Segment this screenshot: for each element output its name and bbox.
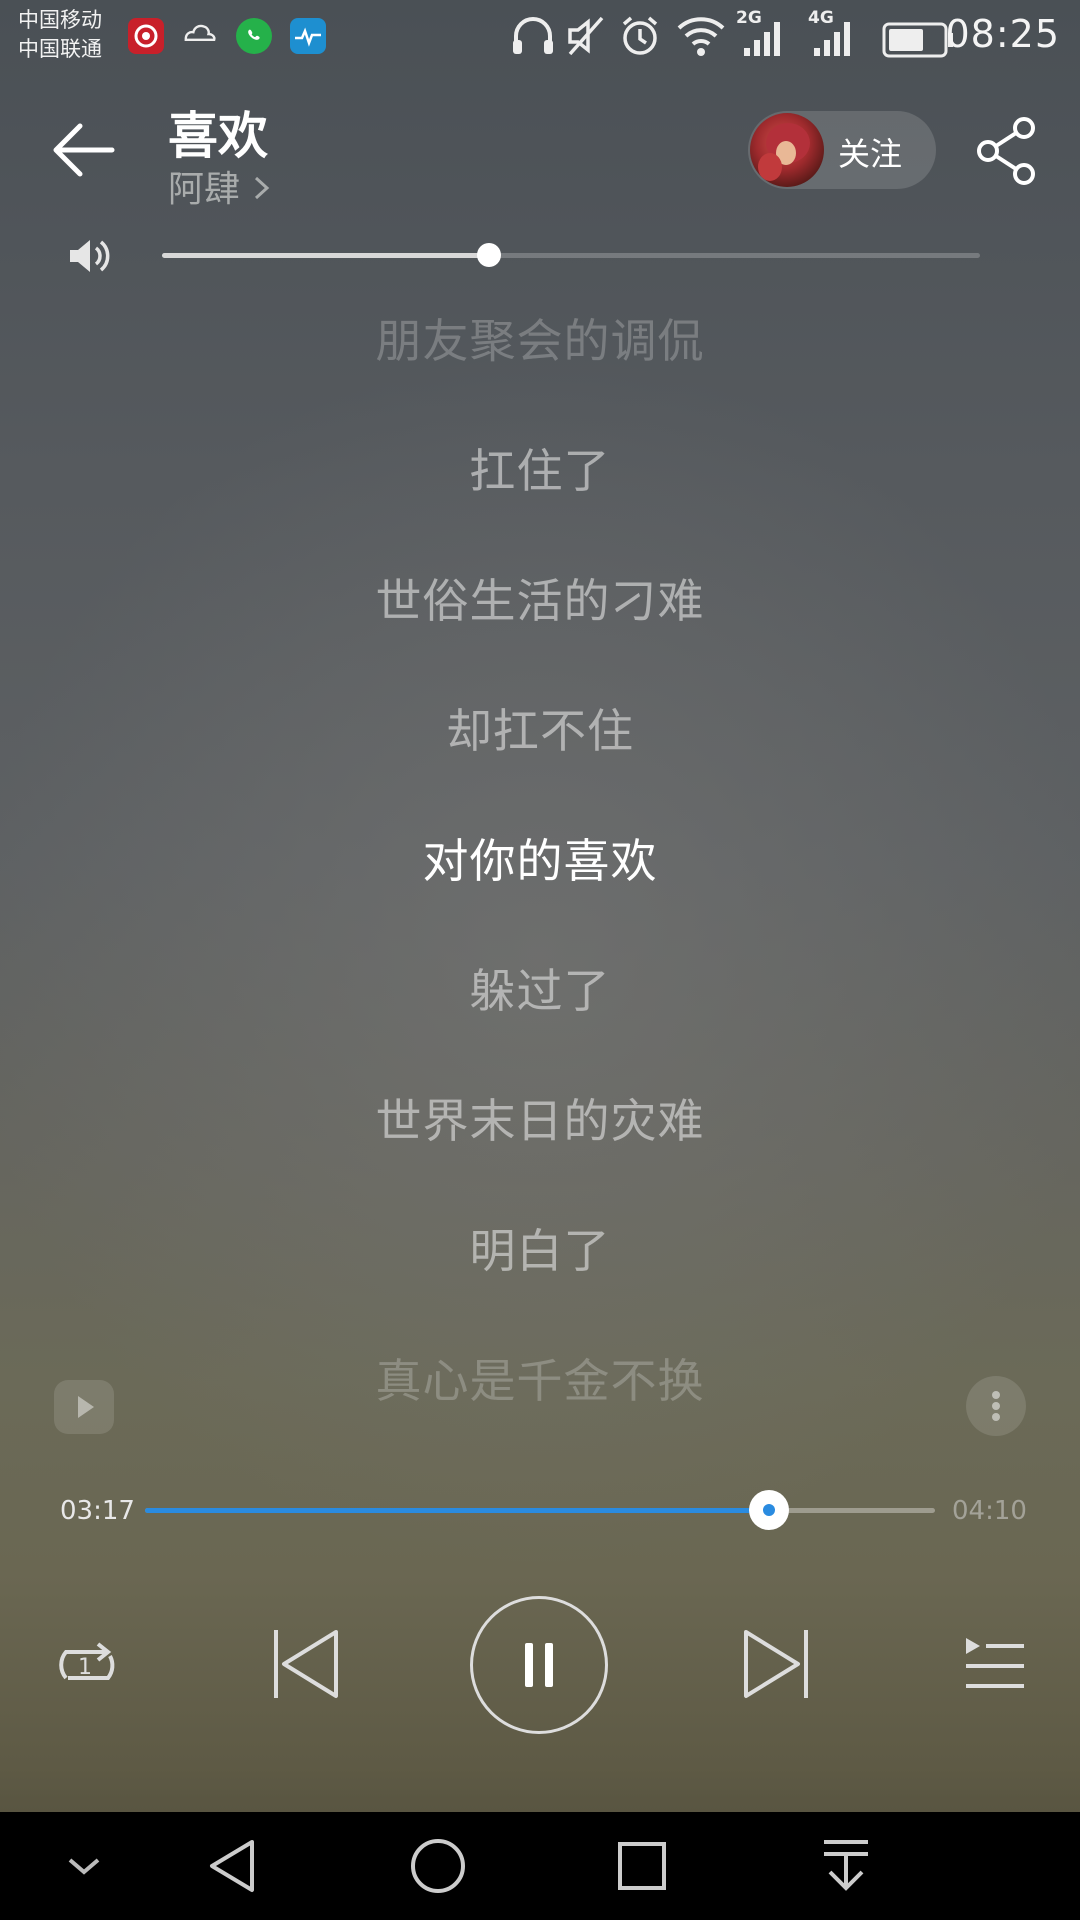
health-icon (290, 18, 326, 54)
pause-icon (525, 1643, 553, 1687)
status-bar: 中国移动 中国联通 2G 4G 08:25 (0, 0, 1080, 72)
artist-link[interactable]: 阿肆 (168, 160, 273, 212)
nav-home-icon[interactable] (408, 1836, 468, 1896)
status-time: 08:25 (945, 12, 1060, 56)
more-vertical-icon (992, 1391, 1000, 1421)
play-small-icon (78, 1396, 94, 1418)
signal-2-icon (814, 22, 850, 56)
play-pause-button[interactable] (470, 1596, 608, 1734)
carrier-1: 中国移动 (18, 8, 102, 32)
repeat-one-icon: 1 (59, 1642, 115, 1680)
notification-shade-icon[interactable] (818, 1836, 874, 1896)
more-options-button[interactable] (966, 1376, 1026, 1436)
video-button[interactable] (54, 1380, 114, 1434)
back-arrow-icon[interactable] (50, 120, 120, 180)
carrier-2: 中国联通 (18, 37, 102, 61)
lyric-line[interactable]: 却扛不住 (0, 695, 1080, 761)
share-icon[interactable] (974, 116, 1040, 186)
lyric-line[interactable]: 明白了 (0, 1215, 1080, 1281)
netease-music-icon (128, 18, 164, 54)
repeat-badge: 1 (78, 1655, 92, 1680)
progress-bar[interactable] (145, 1508, 935, 1513)
playlist-icon[interactable] (962, 1634, 1028, 1694)
nav-back-icon[interactable] (204, 1836, 264, 1896)
volume-slider[interactable] (162, 253, 980, 258)
cloud-icon (182, 18, 218, 54)
volume-icon[interactable] (66, 236, 112, 276)
carrier-labels: 中国移动 中国联通 (18, 6, 102, 64)
lyric-line[interactable]: 世俗生活的刁难 (0, 565, 1080, 631)
battery-icon (882, 22, 953, 58)
volume-fill (162, 253, 490, 258)
chevron-right-icon (255, 176, 270, 200)
volume-knob[interactable] (477, 243, 502, 267)
follow-button[interactable]: 关注 (748, 111, 936, 189)
signal-1-icon (744, 22, 780, 56)
wifi-icon (677, 17, 725, 56)
lyric-line[interactable]: 朋友聚会的调侃 (0, 305, 1080, 371)
mute-icon (568, 16, 604, 56)
artist-avatar (750, 113, 824, 187)
whatsapp-icon (236, 18, 272, 54)
lyric-line[interactable]: 世界末日的灾难 (0, 1085, 1080, 1151)
progress-knob[interactable] (749, 1490, 790, 1530)
progress-fill (145, 1508, 770, 1513)
elapsed-time: 03:17 (60, 1496, 135, 1526)
music-player-screen: 中国移动 中国联通 2G 4G 08:25 喜欢 阿肆 关注 朋友聚会的调侃 扛… (0, 0, 1080, 1920)
repeat-mode-button[interactable]: 1 (52, 1634, 122, 1696)
duration-time: 04:10 (952, 1496, 1027, 1526)
previous-track-icon[interactable] (270, 1626, 344, 1702)
lyric-line[interactable]: 真心是千金不换 (0, 1345, 1080, 1411)
headphones-icon (513, 17, 553, 54)
nav-recents-icon[interactable] (612, 1836, 672, 1896)
lyric-line[interactable]: 躲过了 (0, 955, 1080, 1021)
lyric-line-current[interactable]: 对你的喜欢 (0, 825, 1080, 891)
artist-name: 阿肆 (168, 169, 241, 210)
next-track-icon[interactable] (738, 1626, 812, 1702)
song-title: 喜欢 (168, 107, 268, 165)
system-nav-bar (0, 1812, 1080, 1920)
lyric-line[interactable]: 扛住了 (0, 435, 1080, 501)
alarm-icon (622, 16, 658, 55)
follow-label: 关注 (838, 135, 903, 173)
chevron-down-icon[interactable] (64, 1854, 104, 1878)
